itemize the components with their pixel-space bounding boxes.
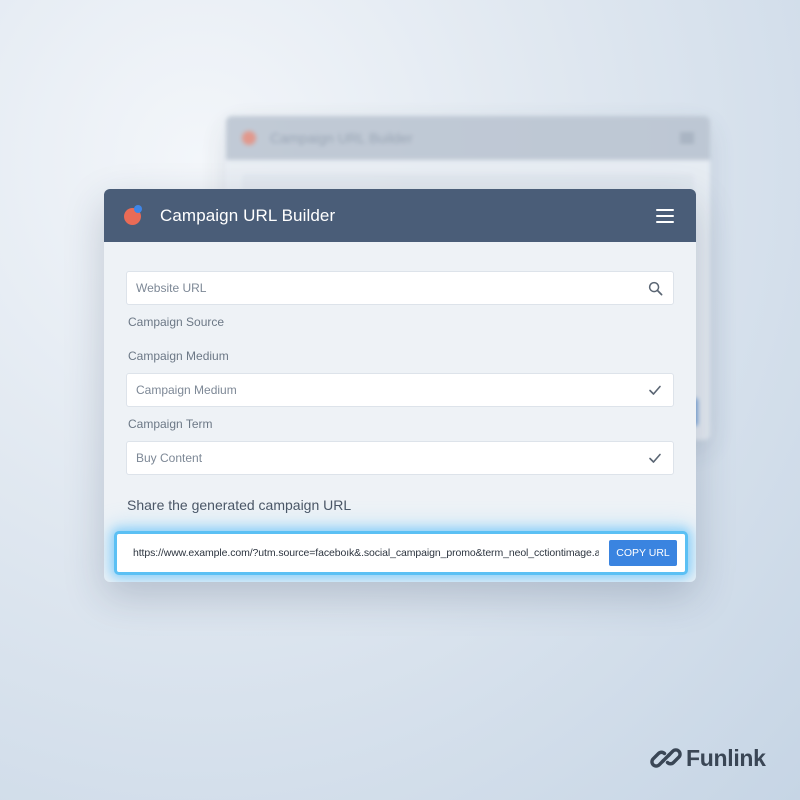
campaign-medium-value: Campaign Medium [136,383,237,397]
window-titlebar: Campaign URL Builder [104,189,696,242]
brand-logo: Funlink [650,742,766,774]
copy-url-button[interactable]: COPY URL [609,540,677,566]
website-url-placeholder: Website URL [136,281,207,295]
background-window-titlebar: Campaign URL Builder [226,116,710,160]
campaign-content-input[interactable]: Buy Content [126,441,674,475]
share-url-label: Share the generated campaign URL [127,497,352,513]
generated-url-text[interactable]: https://www.example.com/?utm.source=face… [133,547,599,559]
search-icon[interactable] [647,280,663,296]
website-url-input[interactable]: Website URL [126,271,674,305]
generated-url-field[interactable]: https://www.example.com/?utm.source=face… [114,531,688,575]
background-window-title: Campaign URL Builder [270,130,413,146]
hamburger-menu-icon [680,133,694,143]
campaign-term-label: Campaign Term [128,417,213,431]
campaign-form: Website URL Campaign Source Campaign Med… [104,242,696,517]
campaign-source-label: Campaign Source [128,315,225,329]
campaign-content-value: Buy Content [136,451,203,465]
chain-link-icon [650,748,682,768]
campaign-url-builder-window: Campaign URL Builder Website URL Campaig… [104,189,696,582]
brand-name: Funlink [686,744,766,771]
app-logo-icon [242,131,256,145]
window-title: Campaign URL Builder [160,205,336,225]
checkmark-icon [647,382,663,398]
hamburger-menu-icon[interactable] [656,208,674,223]
app-logo-icon [124,204,146,227]
campaign-medium-input[interactable]: Campaign Medium [126,373,674,407]
campaign-medium-label: Campaign Medium [126,339,674,373]
checkmark-icon [647,450,663,466]
